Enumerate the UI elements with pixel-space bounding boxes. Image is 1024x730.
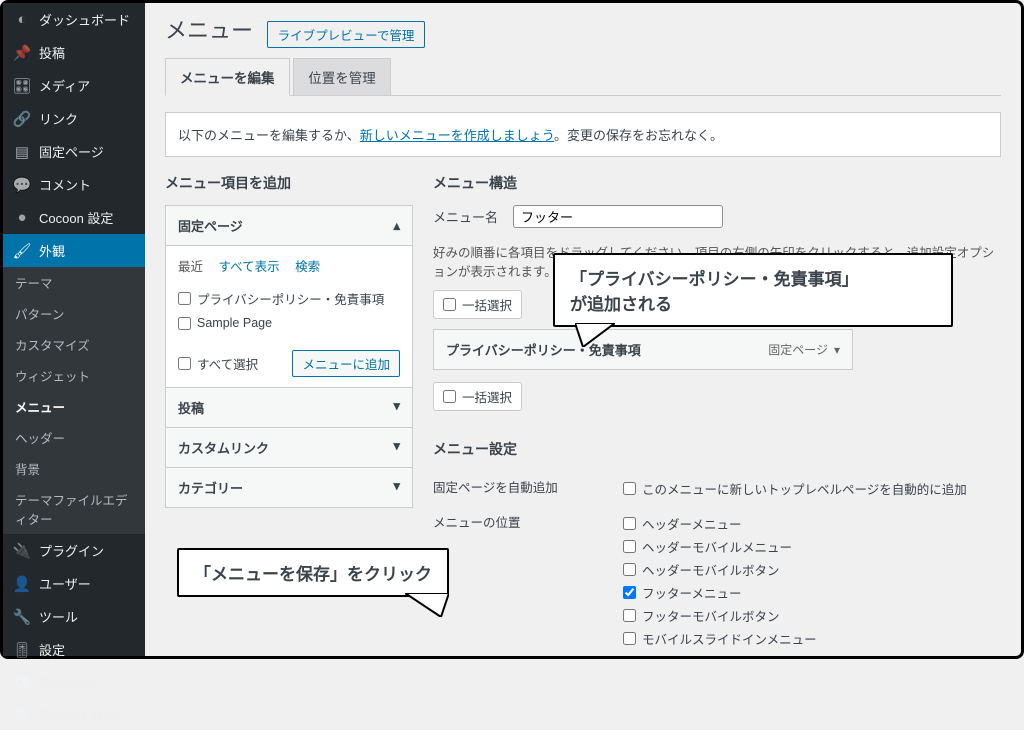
auto-add-checkbox[interactable] [623, 482, 636, 495]
loc-footer-checkbox[interactable] [623, 586, 636, 599]
menu-item-type: 固定ページ ▾ [768, 341, 840, 358]
sidebar-sub-background[interactable]: 背景 [3, 453, 145, 484]
link-icon: 🔗 [13, 110, 31, 128]
sidebar-item-links[interactable]: 🔗リンク [3, 102, 145, 135]
menu-settings-heading: メニュー設定 [433, 439, 1001, 459]
sidebar-submenu: テーマ パターン カスタマイズ ウィジェット メニュー ヘッダー 背景 テーマフ… [3, 267, 145, 534]
comment-icon: 💬 [13, 176, 31, 194]
live-preview-button[interactable]: ライブプレビューで管理 [267, 21, 426, 48]
pages-subtabs: 最近 すべて表示 検索 [178, 256, 400, 275]
accordion-posts[interactable]: 投稿▾ [166, 387, 412, 427]
loc-header-mobile[interactable]: ヘッダーモバイルメニュー [623, 535, 1001, 558]
sidebar-item-comments[interactable]: 💬コメント [3, 168, 145, 201]
caret-down-icon: ▾ [834, 343, 840, 357]
add-items-heading: メニュー項目を追加 [165, 173, 413, 193]
admin-sidebar: ◐ダッシュボード 📌投稿 🎛メディア 🔗リンク ▤固定ページ 💬コメント ●Co… [3, 3, 145, 656]
loc-footer[interactable]: フッターメニュー [623, 581, 1001, 604]
plugin-icon: 🔌 [13, 542, 31, 560]
sidebar-sub-editor[interactable]: テーマファイルエディター [3, 484, 145, 534]
select-all-pages[interactable]: すべて選択 [178, 350, 258, 377]
accordion-pages-head[interactable]: 固定ページ▴ [166, 206, 412, 246]
loc-header[interactable]: ヘッダーメニュー [623, 512, 1001, 535]
caret-down-icon: ▾ [393, 438, 400, 457]
page-item-sample[interactable]: Sample Page [178, 312, 400, 334]
page-item-privacy[interactable]: プライバシーポリシー・免責事項 [178, 285, 400, 312]
sidebar-item-dashboard[interactable]: ◐ダッシュボード [3, 3, 145, 36]
gear-icon: ⚙ [13, 705, 31, 723]
callout-tail-icon [405, 593, 449, 617]
loc-slidein-checkbox[interactable] [623, 632, 636, 645]
sidebar-item-tools[interactable]: 🔧ツール [3, 600, 145, 633]
loc-header-mobile-checkbox[interactable] [623, 540, 636, 553]
select-all-checkbox[interactable] [178, 357, 191, 370]
accordion-categories[interactable]: カテゴリー▾ [166, 467, 412, 507]
sidebar-item-pages[interactable]: ▤固定ページ [3, 135, 145, 168]
loc-footer-mobile-btn-checkbox[interactable] [623, 609, 636, 622]
media-icon: 🎛 [13, 77, 31, 95]
loc-header-checkbox[interactable] [623, 517, 636, 530]
sidebar-item-conoha[interactable]: ⚙ConoHa WING [3, 698, 145, 730]
caret-up-icon: ▴ [393, 218, 400, 234]
auto-add-option[interactable]: このメニューに新しいトップレベルページを自動的に追加 [623, 477, 1001, 500]
sidebar-sub-header[interactable]: ヘッダー [3, 422, 145, 453]
caret-down-icon: ▾ [393, 478, 400, 497]
location-label: メニューの位置 [433, 512, 603, 650]
tab-edit-menus[interactable]: メニューを編集 [165, 58, 290, 96]
loc-header-mobile-btn[interactable]: ヘッダーモバイルボタン [623, 558, 1001, 581]
page-item-sample-checkbox[interactable] [178, 317, 191, 330]
loc-slidein[interactable]: モバイルスライドインメニュー [623, 627, 1001, 650]
caret-down-icon: ▾ [393, 398, 400, 417]
sidebar-sub-themes[interactable]: テーマ [3, 267, 145, 298]
loc-header-mobile-btn-checkbox[interactable] [623, 563, 636, 576]
shield-icon: 🛡 [13, 673, 31, 691]
create-new-menu-link[interactable]: 新しいメニューを作成しましょう [360, 128, 554, 143]
sidebar-sub-patterns[interactable]: パターン [3, 298, 145, 329]
wrench-icon: 🔧 [13, 608, 31, 626]
info-notice: 以下のメニューを編集するか、新しいメニューを作成しましょう。変更の保存をお忘れな… [165, 112, 1001, 157]
menu-name-label: メニュー名 [433, 207, 503, 226]
sidebar-sub-menus[interactable]: メニュー [3, 391, 145, 422]
tab-manage-locations[interactable]: 位置を管理 [293, 58, 391, 95]
menu-structure-heading: メニュー構造 [433, 173, 1001, 193]
brush-icon: 🖌 [13, 242, 31, 260]
callout-added: 「プライバシーポリシー・免責事項」 が追加される [553, 253, 953, 327]
user-icon: 👤 [13, 575, 31, 593]
sliders-icon: 🎚 [13, 641, 31, 659]
nav-tabs: メニューを編集 位置を管理 [165, 58, 1001, 96]
callout-tail-icon [575, 323, 615, 347]
sidebar-item-posts[interactable]: 📌投稿 [3, 36, 145, 69]
sidebar-item-plugins[interactable]: 🔌プラグイン [3, 534, 145, 567]
add-to-menu-button[interactable]: メニューに追加 [292, 350, 400, 377]
loc-footer-mobile-btn[interactable]: フッターモバイルボタン [623, 604, 1001, 627]
sidebar-item-media[interactable]: 🎛メディア [3, 69, 145, 102]
sidebar-sub-customize[interactable]: カスタマイズ [3, 329, 145, 360]
bulk-select-bottom-checkbox[interactable] [443, 390, 456, 403]
sidebar-item-siteguard[interactable]: 🛡SiteGuard [3, 666, 145, 698]
bulk-select-top[interactable]: 一括選択 [433, 290, 522, 319]
sidebar-item-users[interactable]: 👤ユーザー [3, 567, 145, 600]
subtab-all[interactable]: すべて表示 [219, 260, 280, 274]
subtab-recent[interactable]: 最近 [178, 260, 203, 274]
page-icon: ▤ [13, 143, 31, 161]
menu-name-input[interactable] [513, 205, 723, 228]
callout-save: 「メニューを保存」をクリック [177, 548, 449, 597]
circle-icon: ● [13, 209, 31, 227]
pin-icon: 📌 [13, 44, 31, 62]
sidebar-item-appearance[interactable]: 🖌外観 [3, 234, 145, 267]
bulk-select-bottom[interactable]: 一括選択 [433, 382, 522, 411]
accordion-pages: 固定ページ▴ 最近 すべて表示 検索 プライバシーポリシー・免責事項 Sampl… [165, 205, 413, 508]
page-item-privacy-checkbox[interactable] [178, 292, 191, 305]
sidebar-sub-widgets[interactable]: ウィジェット [3, 360, 145, 391]
auto-add-label: 固定ページを自動追加 [433, 477, 603, 500]
subtab-search[interactable]: 検索 [295, 260, 320, 274]
bulk-select-top-checkbox[interactable] [443, 298, 456, 311]
sidebar-item-cocoon[interactable]: ●Cocoon 設定 [3, 201, 145, 234]
menu-item-privacy[interactable]: プライバシーポリシー・免責事項 固定ページ ▾ [433, 329, 853, 370]
accordion-custom-links[interactable]: カスタムリンク▾ [166, 427, 412, 467]
dashboard-icon: ◐ [13, 11, 31, 29]
page-title: メニュー [165, 13, 253, 45]
sidebar-item-settings[interactable]: 🎚設定 [3, 633, 145, 666]
